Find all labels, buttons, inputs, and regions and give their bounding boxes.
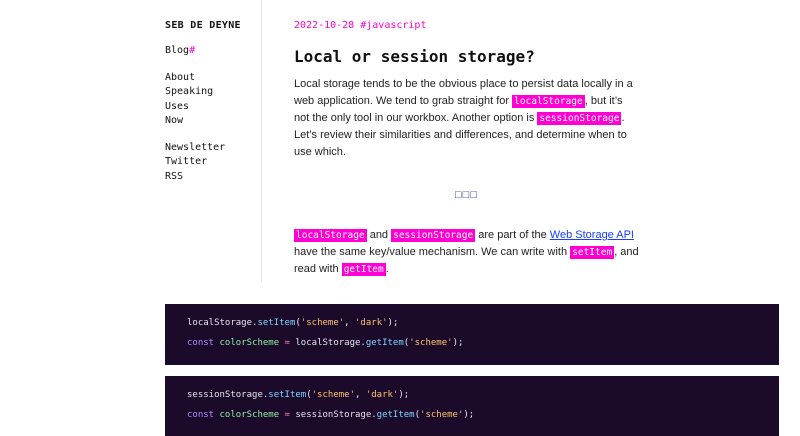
code-line: const colorScheme = sessionStorage.getIt… xyxy=(187,410,474,420)
text: and xyxy=(366,229,392,241)
code-token: sessionStorage xyxy=(295,410,372,420)
code-token: , xyxy=(344,318,356,328)
site-title[interactable]: SEB DE DEYNE xyxy=(165,20,261,31)
code-token: 'scheme' xyxy=(420,410,464,420)
post-date: 2022-10-28 xyxy=(294,20,355,31)
code-token: 'scheme' xyxy=(409,338,453,348)
post-tag[interactable]: #javascript xyxy=(360,20,426,31)
inline-code: sessionStorage xyxy=(537,112,622,125)
nav-group-pages: About Speaking Uses Now xyxy=(165,71,261,129)
nav-link-speaking[interactable]: Speaking xyxy=(165,85,261,100)
nav-link-now[interactable]: Now xyxy=(165,114,261,129)
code-token: 'dark' xyxy=(355,318,388,328)
code-token: ); xyxy=(398,390,410,400)
nav-blog[interactable]: Blog# xyxy=(165,44,261,59)
code-token: getItem xyxy=(365,338,404,348)
code-token: const xyxy=(187,338,215,348)
code-token: ); xyxy=(463,410,475,420)
nav-blog-hash: # xyxy=(189,45,196,56)
code-token: 'scheme' xyxy=(300,318,345,328)
code-token: ); xyxy=(452,338,464,348)
code-token: localStorage xyxy=(295,338,361,348)
code-token: 'scheme' xyxy=(311,390,355,400)
text: . xyxy=(385,263,389,275)
code-token: setItem xyxy=(268,390,307,400)
code-token: = xyxy=(279,338,296,348)
code-line: localStorage.setItem('scheme', 'dark'); xyxy=(187,318,398,328)
inline-code: getItem xyxy=(341,263,386,276)
code-token: 'dark' xyxy=(365,390,399,400)
nav-link-twitter[interactable]: Twitter xyxy=(165,155,261,170)
code-block: sessionStorage.setItem('scheme', 'dark')… xyxy=(165,376,779,436)
code-token: localStorage xyxy=(187,318,253,328)
post-title: Local or session storage? xyxy=(294,47,535,66)
code-token: ); xyxy=(387,318,399,328)
code-block: localStorage.setItem('scheme', 'dark'); … xyxy=(165,304,779,365)
code-token: = xyxy=(279,410,296,420)
code-line: sessionStorage.setItem('scheme', 'dark')… xyxy=(187,390,409,400)
code-token: const xyxy=(187,410,215,420)
nav-link-about[interactable]: About xyxy=(165,71,261,86)
nav-link-rss[interactable]: RSS xyxy=(165,170,261,185)
sidebar: SEB DE DEYNE Blog# About Speaking Uses N… xyxy=(165,20,261,282)
section-separator: □□□ xyxy=(455,189,478,201)
code-line: const colorScheme = localStorage.getItem… xyxy=(187,338,463,348)
inline-code: localStorage xyxy=(294,229,367,242)
web-storage-api-link[interactable]: Web Storage API xyxy=(550,229,634,241)
code-token: setItem xyxy=(257,318,296,328)
inline-code: sessionStorage xyxy=(391,229,476,242)
nav-link-uses[interactable]: Uses xyxy=(165,100,261,115)
text: have the same key/value mechanism. We ca… xyxy=(294,246,571,258)
nav-blog-label[interactable]: Blog xyxy=(165,45,189,56)
body-paragraph: localStorage and sessionStorage are part… xyxy=(294,227,639,278)
sidebar-divider xyxy=(261,0,262,282)
text: are part of the xyxy=(475,229,550,241)
post-meta: 2022-10-28 #javascript xyxy=(294,20,639,31)
code-token: sessionStorage xyxy=(187,390,263,400)
nav-group-social: Newsletter Twitter RSS xyxy=(165,141,261,185)
article: 2022-10-28 #javascript Local or session … xyxy=(294,20,639,278)
inline-code: localStorage xyxy=(512,95,585,108)
nav-link-newsletter[interactable]: Newsletter xyxy=(165,141,261,156)
code-token: colorScheme xyxy=(219,338,280,348)
code-token: colorScheme xyxy=(219,410,280,420)
code-token: , xyxy=(355,390,366,400)
intro-paragraph: Local storage tends to be the obvious pl… xyxy=(294,76,639,161)
inline-code: setItem xyxy=(570,246,615,259)
code-token: getItem xyxy=(376,410,415,420)
